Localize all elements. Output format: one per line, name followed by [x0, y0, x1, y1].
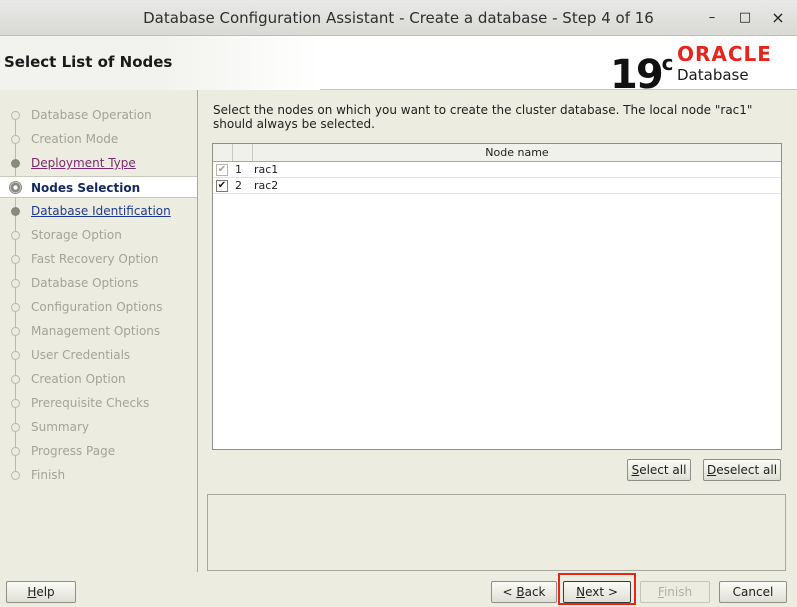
- step-label: Prerequisite Checks: [31, 396, 150, 410]
- step-item-progress-page: Progress Page: [0, 440, 197, 462]
- node-name: rac2: [254, 179, 279, 192]
- step-indicator-icon: [11, 207, 20, 216]
- deselect-all-button[interactable]: Deselect all: [703, 459, 781, 481]
- step-indicator-icon: [11, 327, 20, 336]
- step-item-finish: Finish: [0, 464, 197, 486]
- step-item-database-options: Database Options: [0, 272, 197, 294]
- page-title: Select List of Nodes: [4, 53, 173, 71]
- step-indicator-icon: [11, 423, 20, 432]
- message-area: [207, 494, 786, 571]
- step-indicator-icon: [11, 303, 20, 312]
- step-indicator-icon: [11, 111, 20, 120]
- nodes-table[interactable]: Node name ✔ 1 rac1 ✔ 2 rac2: [212, 143, 782, 450]
- close-icon[interactable]: ×: [768, 8, 788, 28]
- table-row[interactable]: ✔ 1 rac1: [213, 162, 781, 178]
- step-label: Creation Mode: [31, 132, 119, 146]
- step-indicator-icon: [11, 399, 20, 408]
- minimize-icon[interactable]: –: [702, 8, 722, 28]
- step-indicator-icon: [11, 279, 20, 288]
- step-label: Database Operation: [31, 108, 152, 122]
- step-item-nodes-selection: Nodes Selection: [0, 176, 197, 198]
- table-row[interactable]: ✔ 2 rac2: [213, 178, 781, 194]
- step-indicator-icon: [11, 231, 20, 240]
- step-item-creation-option: Creation Option: [0, 368, 197, 390]
- step-label: Nodes Selection: [31, 181, 141, 195]
- step-item-database-identification[interactable]: Database Identification: [0, 200, 197, 222]
- step-label: Finish: [31, 468, 66, 482]
- oracle-product-name: Database: [677, 66, 749, 84]
- window-title: Database Configuration Assistant - Creat…: [143, 9, 654, 27]
- step-indicator-icon: [11, 159, 20, 168]
- step-label: Database Options: [31, 276, 139, 290]
- step-item-database-operation: Database Operation: [0, 104, 197, 126]
- table-header: Node name: [213, 144, 781, 162]
- step-indicator-icon: [11, 471, 20, 480]
- cancel-button[interactable]: Cancel: [719, 581, 787, 603]
- back-button[interactable]: < Back: [491, 581, 557, 603]
- step-label: Fast Recovery Option: [31, 252, 159, 266]
- step-item-user-credentials: User Credentials: [0, 344, 197, 366]
- row-number: 2: [235, 179, 242, 192]
- header-node-name: Node name: [485, 146, 549, 159]
- header-number-column: [233, 144, 253, 161]
- steps-panel: Database Operation Creation Mode Deploymen…: [0, 90, 198, 572]
- node-name: rac1: [254, 163, 279, 176]
- step-indicator-icon: [11, 375, 20, 384]
- step-label: Summary: [31, 420, 89, 434]
- step-indicator-icon: [9, 181, 22, 194]
- row-number: 1: [235, 163, 242, 176]
- oracle-version-logo: 19c: [610, 51, 674, 98]
- step-item-storage-option: Storage Option: [0, 224, 197, 246]
- node-checkbox: ✔: [216, 164, 228, 176]
- next-button-highlight: [558, 573, 636, 605]
- maximize-icon[interactable]: □: [735, 8, 755, 28]
- step-label: Database Identification: [31, 204, 171, 218]
- header-checkbox-column: [213, 144, 233, 161]
- step-indicator-icon: [11, 255, 20, 264]
- step-label: Management Options: [31, 324, 161, 338]
- step-indicator-icon: [11, 351, 20, 360]
- step-label: Creation Option: [31, 372, 126, 386]
- select-all-button[interactable]: Select all: [627, 459, 691, 481]
- instructions-text: Select the nodes on which you want to cr…: [213, 103, 753, 131]
- step-label: Progress Page: [31, 444, 116, 458]
- step-label: Storage Option: [31, 228, 122, 242]
- finish-button[interactable]: Finish: [640, 581, 710, 603]
- step-item-deployment-type[interactable]: Deployment Type: [0, 152, 197, 174]
- step-item-creation-mode: Creation Mode: [0, 128, 197, 150]
- step-label: User Credentials: [31, 348, 131, 362]
- step-indicator-icon: [11, 135, 20, 144]
- step-indicator-icon: [11, 447, 20, 456]
- step-item-fast-recovery-option: Fast Recovery Option: [0, 248, 197, 270]
- step-label: Configuration Options: [31, 300, 163, 314]
- title-bar: Database Configuration Assistant - Creat…: [0, 0, 797, 36]
- oracle-brand-logo: ORACLE: [677, 42, 772, 66]
- node-checkbox[interactable]: ✔: [216, 180, 228, 192]
- step-label: Deployment Type: [31, 156, 136, 170]
- help-button[interactable]: Help: [6, 581, 76, 603]
- page-header: Select List of Nodes 19c ORACLE Database: [0, 36, 797, 98]
- step-item-configuration-options: Configuration Options: [0, 296, 197, 318]
- step-item-management-options: Management Options: [0, 320, 197, 342]
- step-item-prerequisite-checks: Prerequisite Checks: [0, 392, 197, 414]
- step-item-summary: Summary: [0, 416, 197, 438]
